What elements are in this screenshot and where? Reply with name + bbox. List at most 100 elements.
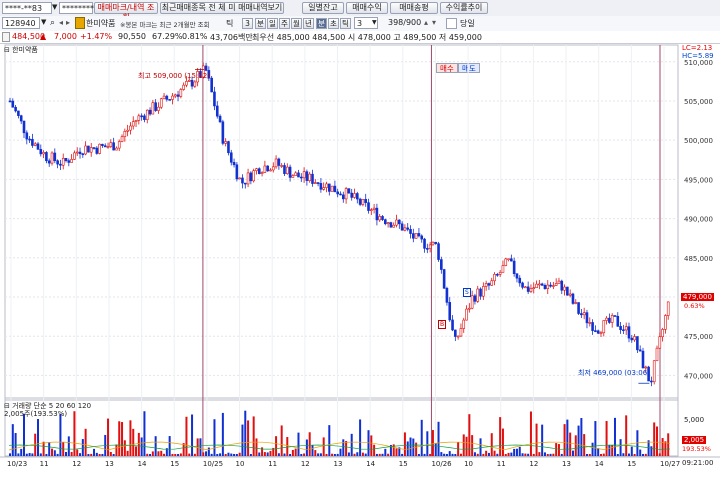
volume-bar: [412, 438, 415, 456]
candle-body: [11, 100, 15, 108]
volume-bar: [529, 411, 532, 456]
candle-body: [213, 91, 216, 107]
candle-body: [288, 166, 292, 178]
volume-bar: [571, 450, 574, 456]
stock-name: 한미약품: [86, 19, 116, 28]
candle-body: [605, 317, 608, 321]
volume-bar: [524, 453, 527, 456]
time-tick-label: 10: [236, 460, 245, 468]
volume-bar: [297, 432, 300, 456]
volume-bar: [286, 437, 289, 456]
volume-bar: [252, 416, 255, 456]
candle-body: [154, 102, 157, 111]
volume-bar: [322, 437, 325, 456]
volume-bar: [11, 424, 14, 456]
candle-body: [370, 209, 373, 212]
candle-body: [84, 145, 87, 155]
candle-body: [610, 315, 614, 323]
count-dropdown-icon[interactable]: ▼: [372, 19, 377, 26]
today-checkbox[interactable]: [446, 18, 457, 29]
candle-body: [89, 147, 93, 153]
chart-collapse-icon[interactable]: ⊟: [4, 46, 10, 54]
candle-body: [17, 110, 20, 116]
volume-bar: [17, 453, 20, 456]
candle-body: [473, 295, 477, 302]
volume-bar: [454, 453, 457, 456]
candle-body: [378, 216, 382, 221]
candle-body: [302, 171, 306, 179]
period-month-button[interactable]: 월: [291, 18, 302, 29]
search-icon[interactable]: ⌕: [50, 18, 55, 28]
period-min-button[interactable]: 분: [255, 18, 266, 29]
volume-bar: [193, 453, 196, 456]
candle-body: [25, 132, 29, 140]
tab-recent-trades[interactable]: 최근매매종목 전 체 미 매매내역보기: [160, 2, 284, 14]
account-dropdown-icon[interactable]: ▼: [52, 3, 57, 11]
candle-body: [109, 142, 113, 147]
candle-body: [375, 207, 379, 221]
candle-series: [8, 62, 670, 387]
trade-review-button[interactable]: 매매송평: [390, 2, 438, 14]
ratio-value: 67.29%: [152, 32, 183, 41]
volume-bar: [70, 451, 73, 456]
return-trend-button[interactable]: 수익률추이: [440, 2, 488, 14]
zoom-in-icon[interactable]: ▴: [424, 18, 428, 27]
candle-body: [311, 173, 314, 184]
volume-bar: [602, 453, 605, 456]
stock-code-input[interactable]: 128940: [2, 17, 40, 29]
candle-body: [171, 95, 174, 100]
account-field[interactable]: ****-**83: [2, 2, 52, 14]
volume-bar: [434, 443, 437, 456]
candle-body: [608, 317, 611, 323]
volume-bar: [224, 453, 227, 456]
period-day-button[interactable]: 일: [267, 18, 278, 29]
zoom-out-icon[interactable]: ▾: [432, 18, 436, 27]
candle-body: [134, 120, 138, 123]
candle-body: [661, 329, 664, 338]
volume-bar: [549, 453, 552, 456]
volume-bar: [45, 453, 48, 456]
candle-body: [445, 287, 449, 303]
candle-body: [574, 302, 578, 304]
candle-body: [448, 302, 452, 321]
candle-body: [330, 185, 334, 192]
candle-body: [633, 336, 636, 341]
candle-body: [31, 138, 34, 146]
volume-bar: [146, 453, 149, 456]
code-dropdown-icon[interactable]: ▼: [41, 18, 46, 26]
volume-bar: [608, 444, 611, 456]
volume-bar: [216, 453, 219, 456]
candle-body: [554, 283, 558, 286]
current-change-tag: 0.63%: [684, 302, 705, 310]
password-field[interactable]: ********: [59, 2, 94, 14]
volume-bar: [95, 452, 98, 456]
volume-bar: [227, 452, 230, 456]
candle-body: [459, 328, 463, 337]
prev-icon[interactable]: ◂: [59, 18, 63, 27]
volume-bar: [378, 453, 381, 456]
candle-body: [504, 258, 508, 266]
period-week-button[interactable]: 주: [279, 18, 290, 29]
time-tick-label: 15: [399, 460, 408, 468]
tick-value[interactable]: 3: [242, 18, 253, 29]
volume-bar: [135, 446, 138, 456]
candle-body: [260, 172, 264, 174]
minute-unit-button[interactable]: 분: [316, 18, 327, 29]
next-icon[interactable]: ▸: [66, 18, 70, 27]
volume-bar: [384, 448, 387, 456]
second-unit-button[interactable]: 초: [328, 18, 339, 29]
trade-profit-button[interactable]: 매매수익: [346, 2, 388, 14]
volume-bar: [387, 453, 390, 456]
volume-bar: [364, 453, 367, 456]
volume-bar: [160, 450, 163, 456]
period-year-button[interactable]: 년: [303, 18, 314, 29]
volume-bar: [504, 453, 507, 456]
candle-body: [462, 319, 466, 329]
volume-bar: [342, 439, 345, 456]
tick-unit-button[interactable]: 틱: [340, 18, 351, 29]
candle-body: [182, 84, 185, 90]
tab-trade-mark[interactable]: 매매마크/내역 조회: [94, 2, 158, 22]
quote-toggle[interactable]: [2, 32, 10, 42]
daily-balance-button[interactable]: 일별잔고: [302, 2, 344, 14]
stock-chart[interactable]: 510,000505,000500,000495,000490,000485,0…: [0, 43, 720, 480]
